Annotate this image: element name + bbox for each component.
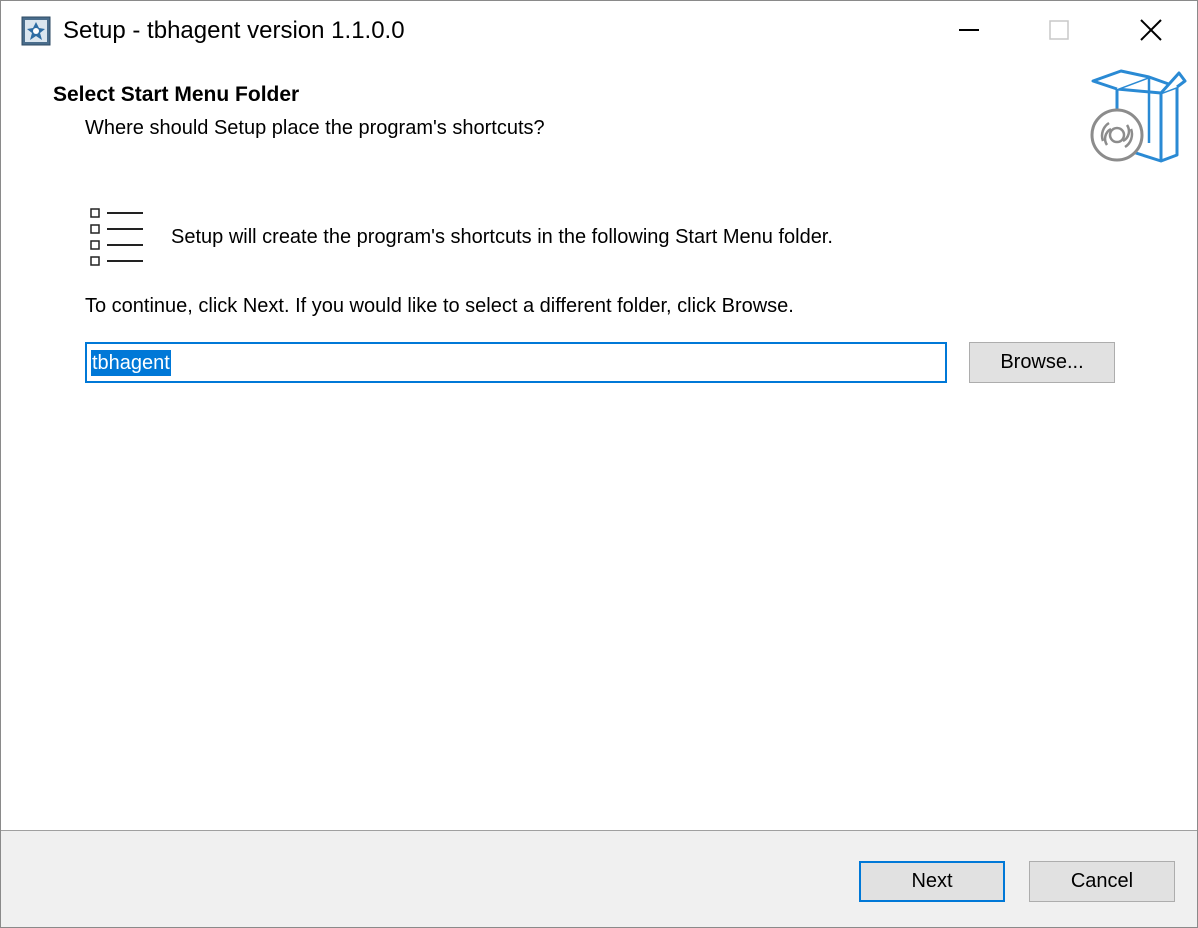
next-button[interactable]: Next (859, 861, 1005, 902)
maximize-icon (1049, 20, 1069, 40)
minimize-icon (959, 29, 979, 31)
close-button[interactable] (1105, 1, 1197, 59)
window-title: Setup - tbhagent version 1.1.0.0 (63, 17, 405, 44)
maximize-button[interactable] (1013, 1, 1105, 59)
title-bar[interactable]: Setup - tbhagent version 1.1.0.0 (1, 1, 1197, 61)
page-title: Select Start Menu Folder (53, 83, 300, 106)
cancel-button[interactable]: Cancel (1029, 861, 1175, 902)
instruction-text: To continue, click Next. If you would li… (85, 295, 794, 317)
close-icon (1140, 19, 1162, 41)
start-menu-folder-input[interactable]: tbhagent (85, 342, 947, 383)
folder-input-value: tbhagent (91, 349, 171, 376)
button-footer (1, 830, 1197, 927)
minimize-button[interactable] (923, 1, 1015, 59)
browse-button[interactable]: Browse... (969, 342, 1115, 383)
page-subtitle: Where should Setup place the program's s… (85, 117, 545, 139)
setup-icon (21, 16, 51, 46)
list-icon (90, 208, 143, 266)
install-box-icon (1090, 69, 1187, 163)
intro-text: Setup will create the program's shortcut… (171, 226, 833, 248)
setup-window: Setup - tbhagent version 1.1.0.0 Select … (0, 0, 1198, 928)
